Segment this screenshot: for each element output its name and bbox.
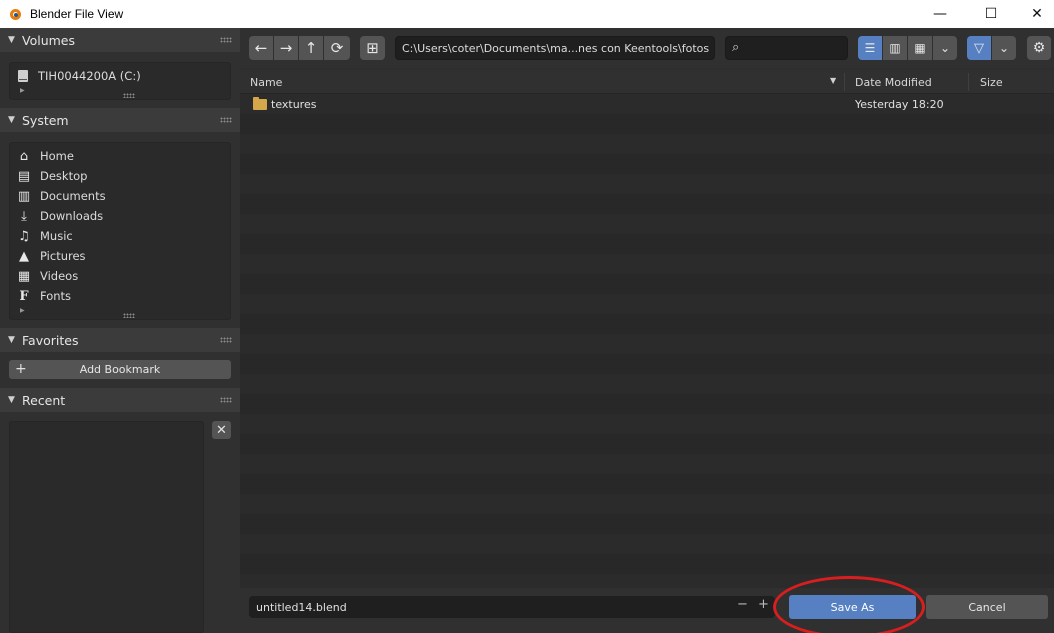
- sidebar-item-pictures[interactable]: ▲ Pictures: [16, 246, 226, 266]
- system-list: ⌂ Home ▤ Desktop ▥ Documents ⤓ Downloads…: [9, 142, 231, 320]
- settings-button[interactable]: ⚙: [1027, 36, 1051, 60]
- recent-panel-header[interactable]: ▼ Recent: [0, 388, 240, 412]
- documents-icon: ▥: [17, 188, 31, 204]
- sidebar-item-home[interactable]: ⌂ Home: [16, 146, 226, 166]
- view-thumbnails-button[interactable]: ▦: [908, 36, 932, 60]
- view-vertical-list-button[interactable]: ☰: [858, 36, 882, 60]
- view-horizontal-list-button[interactable]: ▥: [883, 36, 907, 60]
- drag-grip-icon[interactable]: [220, 117, 232, 123]
- pictures-icon: ▲: [19, 248, 29, 264]
- new-folder-button[interactable]: ⊞: [360, 36, 385, 60]
- sidebar: ▼ Volumes TIH0044200A (C:) ▶ ▼ System ⌂ …: [0, 28, 240, 633]
- directory-path-input[interactable]: C:\Users\coter\Documents\ma...nes con Ke…: [395, 36, 715, 60]
- search-icon: ⌕: [732, 40, 740, 55]
- plus-icon: +: [15, 361, 27, 377]
- collapse-triangle-icon: ▼: [8, 35, 15, 45]
- fonts-icon: F: [19, 288, 29, 304]
- folder-icon: [253, 97, 267, 110]
- sidebar-item-label: Videos: [40, 269, 79, 283]
- sidebar-item-label: Downloads: [40, 209, 104, 223]
- system-header-label: System: [22, 112, 69, 128]
- increment-filename-button[interactable]: +: [758, 597, 769, 612]
- sidebar-item-music[interactable]: ♫ Music: [16, 226, 226, 246]
- filter-options-dropdown[interactable]: ⌄: [992, 36, 1016, 60]
- drag-grip-icon[interactable]: [220, 337, 232, 343]
- view-options-dropdown[interactable]: ⌄: [933, 36, 957, 60]
- volumes-list: TIH0044200A (C:) ▶: [9, 62, 231, 100]
- sidebar-item-label: Fonts: [40, 289, 72, 303]
- column-separator[interactable]: [844, 73, 845, 91]
- recent-header-label: Recent: [22, 392, 66, 408]
- videos-icon: ▦: [17, 268, 31, 284]
- volumes-header-label: Volumes: [22, 32, 76, 48]
- filename-value: untitled14.blend: [256, 600, 347, 614]
- system-panel-header[interactable]: ▼ System: [0, 108, 240, 132]
- sidebar-item-label: Music: [40, 229, 73, 243]
- title-bar: Blender File View — ☐ ✕: [0, 0, 1054, 28]
- sidebar-item-videos[interactable]: ▦ Videos: [16, 266, 226, 286]
- column-header-row: Name ▼ Date Modified Size: [240, 70, 1054, 94]
- resize-grip-icon[interactable]: [123, 313, 135, 318]
- drag-grip-icon[interactable]: [220, 37, 232, 43]
- minimize-button[interactable]: —: [917, 0, 963, 28]
- column-separator[interactable]: [968, 73, 969, 91]
- desktop-icon: ▤: [17, 168, 31, 184]
- blender-logo-icon: [8, 7, 22, 21]
- close-window-button[interactable]: ✕: [1014, 0, 1054, 28]
- forward-button[interactable]: →: [274, 36, 298, 60]
- save-as-button[interactable]: Save As: [789, 595, 916, 619]
- cancel-button[interactable]: Cancel: [926, 595, 1048, 619]
- home-icon: ⌂: [19, 148, 29, 164]
- column-header-name[interactable]: Name: [250, 70, 282, 94]
- maximize-button[interactable]: ☐: [968, 0, 1014, 28]
- filename-input[interactable]: untitled14.blend − +: [249, 596, 775, 618]
- clear-recent-button[interactable]: ✕: [212, 421, 231, 439]
- expand-list-icon[interactable]: ▶: [20, 87, 25, 94]
- resize-grip-icon[interactable]: [123, 93, 135, 98]
- sidebar-item-desktop[interactable]: ▤ Desktop: [16, 166, 226, 186]
- add-bookmark-label: Add Bookmark: [79, 363, 161, 376]
- search-input[interactable]: ⌕: [725, 36, 848, 60]
- column-header-date[interactable]: Date Modified: [855, 70, 932, 94]
- volume-item-c-drive[interactable]: TIH0044200A (C:): [18, 69, 141, 83]
- volume-label: TIH0044200A (C:): [38, 69, 141, 83]
- downloads-icon: ⤓: [21, 208, 27, 224]
- collapse-triangle-icon: ▼: [8, 335, 15, 345]
- back-button[interactable]: ←: [249, 36, 273, 60]
- file-browser-main: ← → ↑ ⟳ ⊞ C:\Users\coter\Documents\ma...…: [240, 28, 1054, 633]
- footer-bar: untitled14.blend − + Save As Cancel: [240, 576, 1054, 633]
- add-bookmark-button[interactable]: + Add Bookmark: [9, 360, 231, 379]
- window-title: Blender File View: [30, 7, 124, 21]
- file-date: Yesterday 18:20: [855, 97, 944, 111]
- sidebar-item-label: Home: [40, 149, 74, 163]
- file-name: textures: [271, 97, 317, 111]
- sidebar-item-fonts[interactable]: F Fonts: [16, 286, 226, 306]
- expand-list-icon[interactable]: ▶: [20, 307, 25, 314]
- sidebar-item-label: Documents: [40, 189, 106, 203]
- favorites-header-label: Favorites: [22, 332, 79, 348]
- sidebar-item-downloads[interactable]: ⤓ Downloads: [16, 206, 226, 226]
- toolbar: ← → ↑ ⟳ ⊞ C:\Users\coter\Documents\ma...…: [240, 28, 1054, 68]
- column-header-size[interactable]: Size: [980, 70, 1003, 94]
- sort-descending-icon[interactable]: ▼: [830, 76, 836, 85]
- favorites-panel-header[interactable]: ▼ Favorites: [0, 328, 240, 352]
- file-list: textures Yesterday 18:20: [240, 94, 1054, 588]
- filter-toggle-button[interactable]: ▽: [967, 36, 991, 60]
- sidebar-item-label: Desktop: [40, 169, 88, 183]
- collapse-triangle-icon: ▼: [8, 395, 15, 405]
- parent-directory-button[interactable]: ↑: [299, 36, 323, 60]
- sidebar-item-label: Pictures: [40, 249, 86, 263]
- volumes-panel-header[interactable]: ▼ Volumes: [0, 28, 240, 52]
- music-icon: ♫: [18, 228, 30, 244]
- sidebar-item-documents[interactable]: ▥ Documents: [16, 186, 226, 206]
- decrement-filename-button[interactable]: −: [737, 597, 748, 612]
- recent-list: [9, 421, 204, 633]
- collapse-triangle-icon: ▼: [8, 115, 15, 125]
- drag-grip-icon[interactable]: [220, 397, 232, 403]
- file-row-textures[interactable]: textures Yesterday 18:20: [240, 94, 1054, 114]
- drive-icon: [18, 70, 28, 82]
- refresh-button[interactable]: ⟳: [324, 36, 350, 60]
